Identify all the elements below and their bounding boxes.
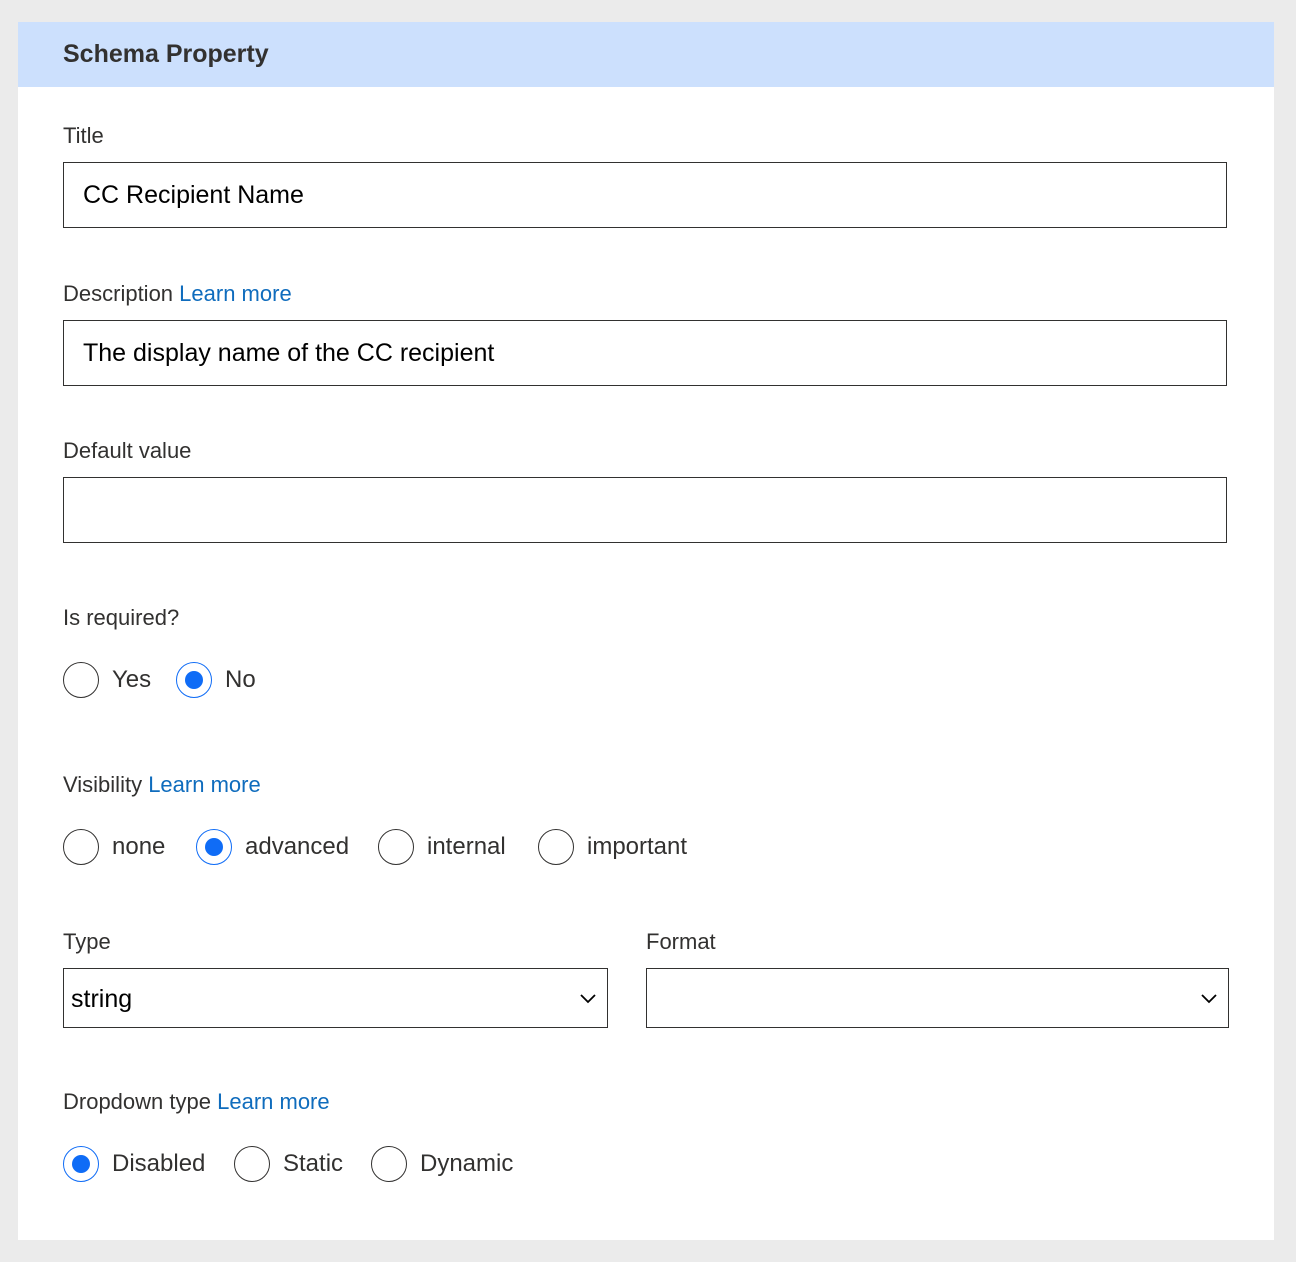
- format-label-text: Format: [646, 929, 716, 954]
- default-value-label: Default value: [63, 438, 191, 464]
- radio-circle-icon: [538, 829, 574, 865]
- radio-label: Yes: [112, 666, 152, 693]
- visibility-option-advanced[interactable]: advanced: [196, 827, 349, 867]
- radio-circle-icon: [63, 1146, 99, 1182]
- description-learn-more-link[interactable]: Learn more: [179, 281, 292, 306]
- format-select[interactable]: [646, 968, 1229, 1028]
- radio-label: internal: [427, 833, 506, 860]
- description-label: Description Learn more: [63, 281, 292, 307]
- description-input[interactable]: [63, 320, 1227, 386]
- type-label: Type: [63, 929, 111, 955]
- visibility-option-internal[interactable]: internal: [378, 827, 506, 867]
- radio-circle-icon: [63, 829, 99, 865]
- is-required-label: Is required?: [63, 605, 179, 631]
- radio-label: No: [225, 666, 256, 693]
- radio-label: advanced: [245, 833, 350, 860]
- visibility-option-none[interactable]: none: [63, 827, 165, 867]
- radio-label: Static: [283, 1150, 344, 1177]
- type-label-text: Type: [63, 929, 111, 954]
- visibility-label-text: Visibility: [63, 772, 143, 797]
- radio-circle-icon: [63, 662, 99, 698]
- title-label-text: Title: [63, 123, 104, 148]
- is-required-label-text: Is required?: [63, 605, 180, 630]
- format-label: Format: [646, 929, 716, 955]
- panel-header: Schema Property: [18, 22, 1274, 87]
- radio-circle-icon: [234, 1146, 270, 1182]
- dropdown-type-option-disabled[interactable]: Disabled: [63, 1144, 205, 1184]
- chevron-down-icon: [1201, 994, 1217, 1004]
- radio-label: important: [587, 833, 688, 860]
- radio-circle-icon: [196, 829, 232, 865]
- required-option-yes[interactable]: Yes: [63, 660, 151, 700]
- dropdown-type-label: Dropdown type Learn more: [63, 1089, 330, 1115]
- radio-circle-icon: [371, 1146, 407, 1182]
- radio-label: Dynamic: [420, 1150, 514, 1177]
- panel-title: Schema Property: [63, 40, 269, 68]
- visibility-option-important[interactable]: important: [538, 827, 687, 867]
- visibility-learn-more-link[interactable]: Learn more: [148, 772, 261, 797]
- title-label: Title: [63, 123, 104, 149]
- radio-circle-icon: [176, 662, 212, 698]
- description-label-text: Description: [63, 281, 174, 306]
- title-input[interactable]: [63, 162, 1227, 228]
- schema-property-panel: Schema Property Title Description Learn …: [18, 22, 1274, 1240]
- default-value-label-text: Default value: [63, 438, 192, 463]
- visibility-label: Visibility Learn more: [63, 772, 261, 798]
- radio-label: Disabled: [112, 1150, 206, 1177]
- dropdown-type-learn-more-link[interactable]: Learn more: [217, 1089, 330, 1114]
- chevron-down-icon: [580, 994, 596, 1004]
- required-option-no[interactable]: No: [176, 660, 256, 700]
- type-select-value: string: [71, 985, 133, 1013]
- dropdown-type-option-static[interactable]: Static: [234, 1144, 343, 1184]
- radio-label: none: [112, 833, 166, 860]
- dropdown-type-label-text: Dropdown type: [63, 1089, 211, 1114]
- dropdown-type-option-dynamic[interactable]: Dynamic: [371, 1144, 513, 1184]
- default-value-input[interactable]: [63, 477, 1227, 543]
- type-select[interactable]: string: [63, 968, 608, 1028]
- radio-circle-icon: [378, 829, 414, 865]
